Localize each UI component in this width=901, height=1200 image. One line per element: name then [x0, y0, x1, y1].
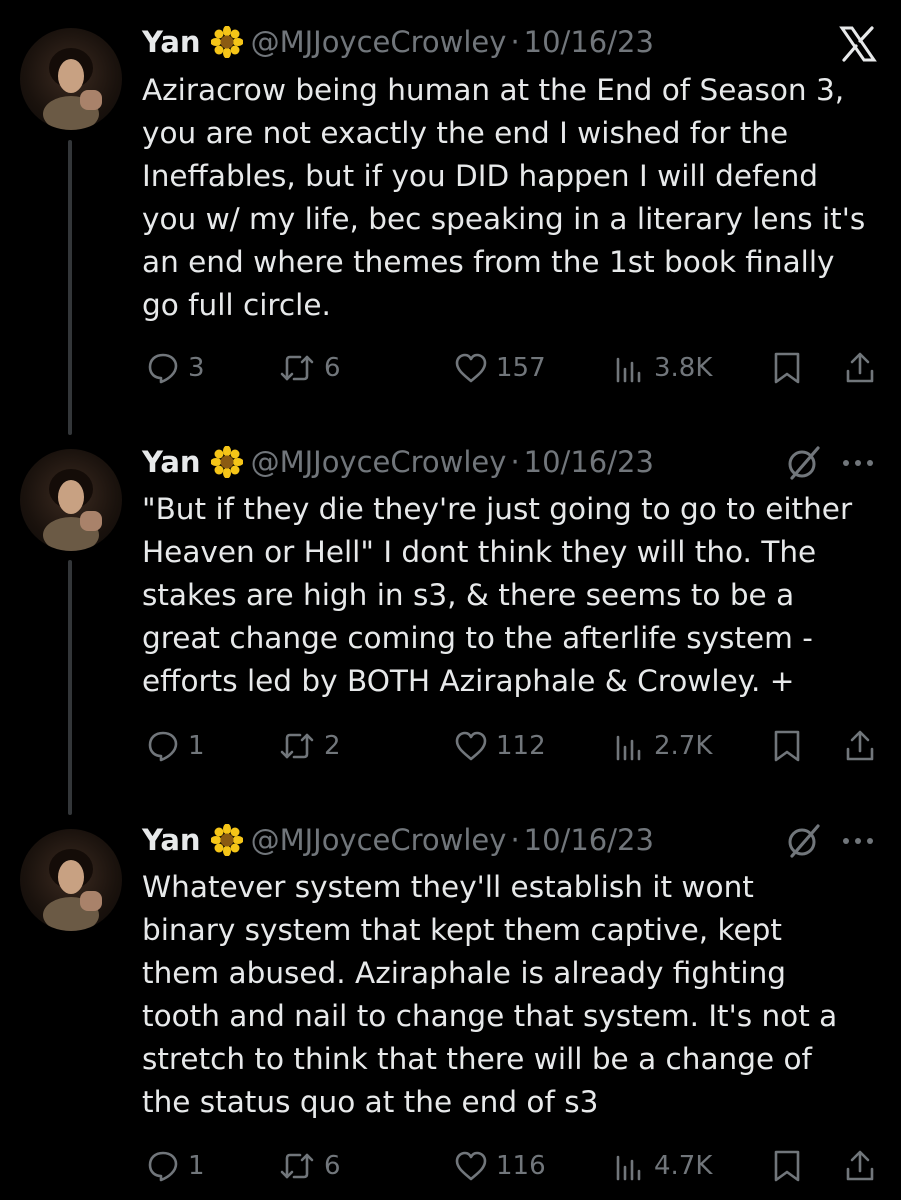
bookmark-button[interactable] — [772, 348, 802, 388]
text-line: Ineffables, but if you DID happen I will… — [142, 159, 819, 193]
text-line: stretch to think that there will be a ch… — [142, 1042, 812, 1076]
retweet-count: 6 — [324, 353, 341, 383]
heart-icon — [454, 352, 488, 384]
tweet-date[interactable]: 10/16/23 — [524, 25, 654, 59]
retweet-count: 6 — [324, 1151, 341, 1181]
bookmark-icon — [772, 351, 802, 385]
like-button[interactable]: 157 — [454, 348, 546, 388]
reply-count: 1 — [188, 1151, 205, 1181]
reply-count: 1 — [188, 731, 205, 761]
text-line: "But if they die they're just going to g… — [142, 492, 853, 526]
like-count: 112 — [496, 731, 546, 761]
heart-icon — [454, 730, 488, 762]
views-count: 3.8K — [654, 353, 713, 383]
share-icon — [844, 1149, 876, 1183]
bookmark-button[interactable] — [772, 1146, 802, 1186]
views-button[interactable]: 2.7K — [612, 726, 712, 766]
text-line: Aziracrow being human at the End of Seas… — [142, 73, 845, 107]
tweet-text: Aziracrow being human at the End of Seas… — [142, 69, 882, 327]
text-line: the status quo at the end of s3 — [142, 1085, 599, 1119]
retweet-count: 2 — [324, 731, 341, 761]
share-icon — [844, 729, 876, 763]
action-bar: 3 6 157 3.8K — [140, 348, 885, 388]
text-line: tooth and nail to change that system. It… — [142, 999, 838, 1033]
display-name[interactable]: Yan — [142, 25, 201, 59]
like-button[interactable]: 116 — [454, 1146, 546, 1186]
tweet-header: Yan @MJJoyceCrowley · 10/16/23 — [142, 442, 654, 482]
retweet-icon — [278, 729, 316, 763]
text-line: you are not exactly the end I wished for… — [142, 116, 789, 150]
tweet-header: Yan @MJJoyceCrowley · 10/16/23 — [142, 22, 654, 62]
retweet-button[interactable]: 6 — [278, 1146, 341, 1186]
share-button[interactable] — [844, 348, 876, 388]
retweet-icon — [278, 1149, 316, 1183]
reply-button[interactable]: 1 — [146, 1146, 205, 1186]
sunflower-icon — [210, 823, 244, 857]
separator: · — [510, 25, 520, 59]
views-icon — [612, 729, 646, 763]
display-name[interactable]: Yan — [142, 445, 201, 479]
text-line: efforts led by BOTH Aziraphale & Crowley… — [142, 664, 795, 698]
share-button[interactable] — [844, 1146, 876, 1186]
tweet-date[interactable]: 10/16/23 — [524, 445, 654, 479]
reply-button[interactable]: 1 — [146, 726, 205, 766]
avatar[interactable] — [20, 829, 122, 931]
more-icon[interactable] — [840, 821, 876, 861]
action-bar: 1 6 116 4.7K — [140, 1146, 885, 1186]
like-count: 157 — [496, 353, 546, 383]
views-button[interactable]: 4.7K — [612, 1146, 712, 1186]
grok-icon[interactable] — [786, 443, 822, 483]
retweet-icon — [278, 351, 316, 385]
text-line: an end where themes from the 1st book fi… — [142, 245, 835, 279]
sunflower-icon — [210, 25, 244, 59]
tweet-header: Yan @MJJoyceCrowley · 10/16/23 — [142, 820, 654, 860]
display-name[interactable]: Yan — [142, 823, 201, 857]
tweet-date[interactable]: 10/16/23 — [524, 823, 654, 857]
avatar[interactable] — [20, 449, 122, 551]
reply-count: 3 — [188, 353, 205, 383]
retweet-button[interactable]: 6 — [278, 348, 341, 388]
thread-line — [68, 140, 72, 435]
avatar[interactable] — [20, 28, 122, 130]
reply-icon — [146, 351, 180, 385]
share-button[interactable] — [844, 726, 876, 766]
text-line: stakes are high in s3, & there seems to … — [142, 578, 795, 612]
reply-button[interactable]: 3 — [146, 348, 205, 388]
x-logo-icon — [838, 24, 878, 64]
user-handle[interactable]: @MJJoyceCrowley — [251, 445, 507, 479]
separator: · — [510, 823, 520, 857]
reply-icon — [146, 1149, 180, 1183]
heart-icon — [454, 1150, 488, 1182]
bookmark-icon — [772, 729, 802, 763]
views-button[interactable]: 3.8K — [612, 348, 712, 388]
grok-icon[interactable] — [786, 821, 822, 861]
views-icon — [612, 351, 646, 385]
views-count: 2.7K — [654, 731, 713, 761]
sunflower-icon — [210, 445, 244, 479]
text-line: go full circle. — [142, 288, 331, 322]
views-count: 4.7K — [654, 1151, 713, 1181]
text-line: you w/ my life, bec speaking in a litera… — [142, 202, 866, 236]
text-line: them abused. Aziraphale is already fight… — [142, 956, 786, 990]
retweet-button[interactable]: 2 — [278, 726, 341, 766]
like-button[interactable]: 112 — [454, 726, 546, 766]
thread-line — [68, 560, 72, 815]
like-count: 116 — [496, 1151, 546, 1181]
tweet-text: Whatever system they'll establish it won… — [142, 866, 882, 1124]
action-bar: 1 2 112 2.7K — [140, 726, 885, 766]
user-handle[interactable]: @MJJoyceCrowley — [251, 25, 507, 59]
more-icon[interactable] — [840, 443, 876, 483]
bookmark-button[interactable] — [772, 726, 802, 766]
text-line: Whatever system they'll establish it won… — [142, 870, 754, 904]
views-icon — [612, 1149, 646, 1183]
text-line: Heaven or Hell" I dont think they will t… — [142, 535, 817, 569]
user-handle[interactable]: @MJJoyceCrowley — [251, 823, 507, 857]
text-line: binary system that kept them captive, ke… — [142, 913, 782, 947]
reply-icon — [146, 729, 180, 763]
text-line: great change coming to the afterlife sys… — [142, 621, 813, 655]
share-icon — [844, 351, 876, 385]
separator: · — [510, 445, 520, 479]
tweet-text: "But if they die they're just going to g… — [142, 488, 882, 703]
bookmark-icon — [772, 1149, 802, 1183]
